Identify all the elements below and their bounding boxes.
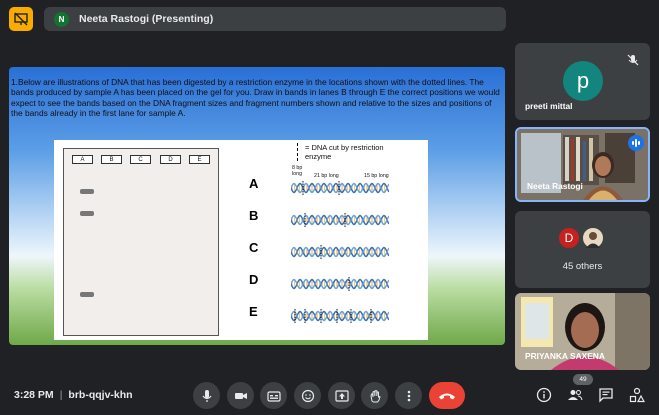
present-screen-icon [334,389,349,402]
avatar: p [563,61,603,101]
dna-strand-a [291,181,389,195]
dna-strand-d [291,277,389,291]
gel-band [80,189,94,194]
activities-button[interactable] [627,385,647,405]
more-options-button[interactable] [395,382,422,409]
hand-icon [369,389,381,402]
gel-band [80,292,94,297]
mic-off-icon [627,54,639,66]
presentation-icon[interactable] [9,7,33,31]
participant-tile-neeta[interactable]: Neeta Rastogi [515,127,650,202]
shared-slide: 1.Below are illustrations of DNA that ha… [9,67,505,345]
mic-button[interactable] [193,382,220,409]
emoji-icon [301,389,314,402]
captions-icon [266,390,281,402]
camera-icon [234,392,247,399]
gel-lane-b: B [101,155,122,164]
gel-figure: A B C D E = DNA cut by restriction enzym… [54,140,428,340]
participant-tile-preeti[interactable]: p preeti mittal [515,43,650,120]
people-icon [568,390,583,401]
cut-legend: = DNA cut by restriction enzyme [297,143,407,161]
note-21bp: 21 bp long [314,173,339,179]
gel-band [80,211,94,216]
row-label-b: B [249,208,259,223]
participant-name: PRIYANKA SAXENA [525,351,605,361]
present-button[interactable] [328,382,355,409]
dna-strand-b [291,213,389,227]
meeting-code: brb-qqjv-khn [68,389,133,401]
gel-lane-d: D [160,155,181,164]
info-icon [536,387,552,403]
chat-button[interactable] [596,385,616,405]
meeting-details[interactable]: 3:28 PM | brb-qqjv-khn [14,389,133,401]
row-label-e: E [249,304,258,319]
participant-tile-priyanka[interactable]: PRIYANKA SAXENA [515,293,650,370]
participant-name: preeti mittal [525,101,573,111]
gel-box: A B C D E [63,148,219,336]
dna-strand-e [291,309,389,323]
activities-icon [629,387,645,403]
speaking-indicator-icon [628,135,644,151]
others-count: 45 others [562,261,603,272]
raise-hand-button[interactable] [361,382,388,409]
chat-icon [599,388,613,403]
participant-tile-others[interactable]: D 45 others [515,211,650,288]
end-call-button[interactable] [429,382,465,409]
avatar-photo [581,226,605,250]
presenting-label: Neeta Rastogi (Presenting) [79,13,214,25]
camera-button[interactable] [227,382,254,409]
captions-button[interactable] [260,382,287,409]
cut-line-icon [297,143,299,161]
cut-legend-text: = DNA cut by restriction enzyme [305,143,384,161]
gel-lane-e: E [189,155,210,164]
note-8bp: 8 bp long [292,165,303,177]
people-count-badge: 49 [573,374,593,385]
clock-time: 3:28 PM [14,389,54,401]
gel-lane-a: A [72,155,93,164]
hang-up-icon [439,393,455,399]
row-label-c: C [249,240,259,255]
note-15bp: 15 bp long [364,173,389,179]
participant-name: Neeta Rastogi [527,181,583,191]
mic-icon [202,389,211,402]
others-avatar-stack: D [557,226,611,252]
meeting-info-button[interactable] [534,385,554,405]
avatar: D [557,226,581,250]
row-label-a: A [249,176,259,191]
dna-strand-c [291,245,389,259]
more-vert-icon [407,390,410,401]
people-button[interactable] [565,385,585,405]
reactions-button[interactable] [294,382,321,409]
row-label-d: D [249,272,259,287]
presenter-avatar: N [54,11,69,27]
presenting-banner: N Neeta Rastogi (Presenting) [44,7,506,31]
gel-lane-c: C [130,155,151,164]
slide-question-text: 1.Below are illustrations of DNA that ha… [11,77,500,119]
